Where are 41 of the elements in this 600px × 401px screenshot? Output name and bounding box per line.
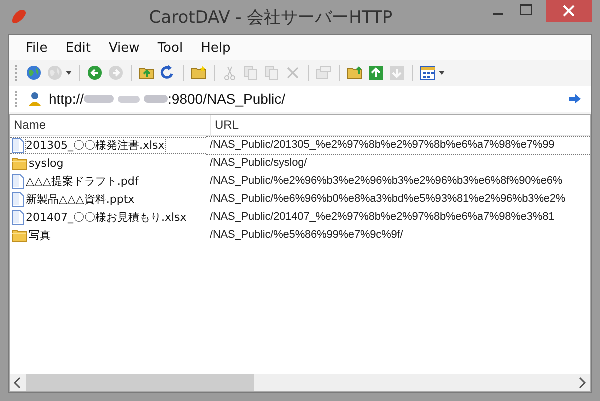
column-header[interactable]: Name <box>10 115 211 135</box>
document-icon <box>12 210 24 224</box>
address-text: :9800/NAS_Public/ <box>168 91 286 107</box>
folder-icon <box>12 228 27 242</box>
document-icon <box>12 192 24 206</box>
menu-item[interactable]: File <box>17 39 57 58</box>
folder-upload-icon[interactable] <box>347 65 363 81</box>
window-title: CarotDAV - 会社サーバーHTTP <box>148 6 394 28</box>
url-cell-text: /NAS_Public/syslog/ <box>209 156 308 170</box>
scrollbar-thumb[interactable] <box>26 374 254 391</box>
file-name-cell[interactable]: 201305_〇〇様発注書.xlsx <box>10 136 206 154</box>
grid-view-icon[interactable] <box>420 65 436 81</box>
menu-item[interactable]: Tool <box>148 39 192 58</box>
column-header[interactable]: URL <box>211 115 590 135</box>
url-cell-text: /NAS_Public/%e6%96%b0%e8%a3%bd%e5%93%81%e2%96%b3%e2% <box>209 192 567 206</box>
refresh-icon[interactable] <box>160 65 176 81</box>
caret-icon[interactable] <box>66 71 72 75</box>
back-icon[interactable] <box>87 65 103 81</box>
file-name-cell[interactable]: 写真 <box>10 226 206 244</box>
url-cell-text: /NAS_Public/%e5%86%99%e7%9c%9f/ <box>209 228 404 242</box>
menu-item[interactable]: View <box>100 39 149 58</box>
menu-item[interactable]: Edit <box>56 39 100 58</box>
file-name-cell[interactable]: 201407_〇〇様お見積もり.xlsx <box>10 208 206 226</box>
file-name-cell[interactable]: △△△提案ドラフト.pdf <box>10 172 206 190</box>
go-arrow-icon[interactable] <box>569 94 581 104</box>
caret-icon[interactable] <box>439 71 445 75</box>
url-cell-text: /NAS_Public/%e2%96%b3%e2%96%b3%e2%96%b3%e6%8f%90%e6% <box>209 174 564 188</box>
address-text: http:// <box>49 91 84 107</box>
globe-icon[interactable] <box>26 65 42 81</box>
url-cell-text: /NAS_Public/201407_%e2%97%8b%e2%97%8b%e6%a7%98%e3%81 <box>209 210 556 224</box>
url-cell: /NAS_Public/201305_%e2%97%8b%e2%97%8b%e6%a7%98%e7%99 <box>206 136 590 154</box>
document-icon <box>12 174 24 188</box>
new-folder-icon[interactable] <box>191 65 207 81</box>
close-button[interactable] <box>546 0 592 22</box>
upload-icon[interactable] <box>368 65 384 81</box>
file-name-cell[interactable]: syslog <box>10 154 206 172</box>
folder-icon <box>12 156 27 170</box>
menu-item[interactable]: Help <box>192 39 240 58</box>
user-icon <box>27 91 43 107</box>
document-icon <box>12 138 24 152</box>
file-name-cell[interactable]: 新製品△△△資料.pptx <box>10 190 206 208</box>
